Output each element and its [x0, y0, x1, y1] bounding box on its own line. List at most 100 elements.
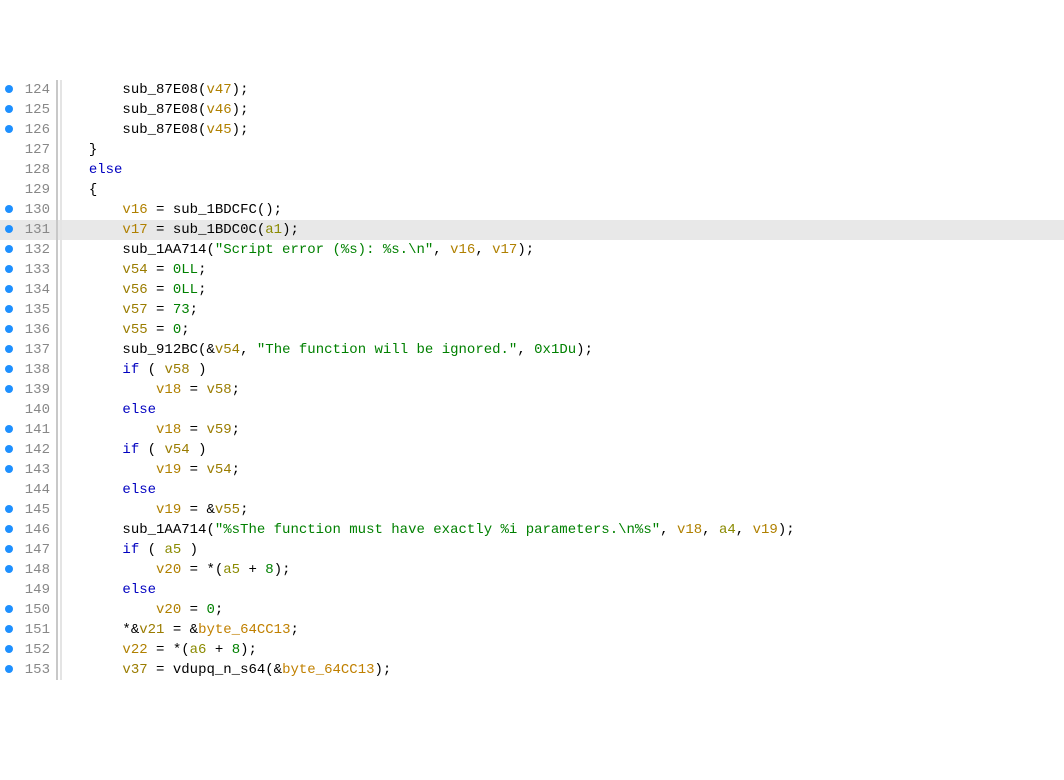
- code-content[interactable]: if ( v54 ): [58, 440, 1064, 460]
- breakpoint-icon[interactable]: [5, 645, 13, 653]
- breakpoint-icon[interactable]: [5, 365, 13, 373]
- breakpoint-icon[interactable]: [5, 465, 13, 473]
- breakpoint-icon[interactable]: [5, 545, 13, 553]
- breakpoint-icon[interactable]: [5, 445, 13, 453]
- code-content[interactable]: else: [58, 400, 1064, 420]
- code-content[interactable]: v16 = sub_1BDCFC();: [58, 200, 1064, 220]
- code-line[interactable]: 132 sub_1AA714("Script error (%s): %s.\n…: [0, 240, 1064, 260]
- code-line[interactable]: 142 if ( v54 ): [0, 440, 1064, 460]
- breakpoint-gutter[interactable]: [0, 220, 18, 240]
- breakpoint-icon[interactable]: [5, 245, 13, 253]
- breakpoint-gutter[interactable]: [0, 640, 18, 660]
- code-line[interactable]: 139 v18 = v58;: [0, 380, 1064, 400]
- breakpoint-icon[interactable]: [5, 425, 13, 433]
- breakpoint-gutter[interactable]: [0, 200, 18, 220]
- breakpoint-gutter[interactable]: [0, 360, 18, 380]
- code-line[interactable]: 133 v54 = 0LL;: [0, 260, 1064, 280]
- code-line[interactable]: 135 v57 = 73;: [0, 300, 1064, 320]
- breakpoint-icon[interactable]: [5, 325, 13, 333]
- code-content[interactable]: sub_1AA714("%sThe function must have exa…: [58, 520, 1064, 540]
- code-content[interactable]: sub_1AA714("Script error (%s): %s.\n", v…: [58, 240, 1064, 260]
- code-line[interactable]: 136 v55 = 0;: [0, 320, 1064, 340]
- breakpoint-gutter[interactable]: [0, 500, 18, 520]
- breakpoint-icon[interactable]: [5, 125, 13, 133]
- breakpoint-gutter[interactable]: [0, 300, 18, 320]
- code-content[interactable]: v18 = v58;: [58, 380, 1064, 400]
- code-line[interactable]: 144 else: [0, 480, 1064, 500]
- code-line[interactable]: 126 sub_87E08(v45);: [0, 120, 1064, 140]
- code-line[interactable]: 127 }: [0, 140, 1064, 160]
- code-content[interactable]: v57 = 73;: [58, 300, 1064, 320]
- code-line[interactable]: 130 v16 = sub_1BDCFC();: [0, 200, 1064, 220]
- code-line[interactable]: 128 else: [0, 160, 1064, 180]
- breakpoint-icon[interactable]: [5, 265, 13, 273]
- breakpoint-icon[interactable]: [5, 105, 13, 113]
- code-line[interactable]: 138 if ( v58 ): [0, 360, 1064, 380]
- breakpoint-icon[interactable]: [5, 285, 13, 293]
- code-line[interactable]: 143 v19 = v54;: [0, 460, 1064, 480]
- breakpoint-icon[interactable]: [5, 225, 13, 233]
- code-line[interactable]: 153 v37 = vdupq_n_s64(&byte_64CC13);: [0, 660, 1064, 680]
- code-content[interactable]: v19 = &v55;: [58, 500, 1064, 520]
- code-line[interactable]: 152 v22 = *(a6 + 8);: [0, 640, 1064, 660]
- code-content[interactable]: {: [58, 180, 1064, 200]
- code-line[interactable]: 151 *&v21 = &byte_64CC13;: [0, 620, 1064, 640]
- code-content[interactable]: v37 = vdupq_n_s64(&byte_64CC13);: [58, 660, 1064, 680]
- code-content[interactable]: if ( v58 ): [58, 360, 1064, 380]
- code-content[interactable]: sub_87E08(v47);: [58, 80, 1064, 100]
- code-line[interactable]: 150 v20 = 0;: [0, 600, 1064, 620]
- breakpoint-icon[interactable]: [5, 625, 13, 633]
- code-content[interactable]: v20 = *(a5 + 8);: [58, 560, 1064, 580]
- code-line[interactable]: 141 v18 = v59;: [0, 420, 1064, 440]
- code-line[interactable]: 134 v56 = 0LL;: [0, 280, 1064, 300]
- breakpoint-gutter[interactable]: [0, 240, 18, 260]
- code-content[interactable]: }: [58, 140, 1064, 160]
- code-view[interactable]: 124 sub_87E08(v47);125 sub_87E08(v46);12…: [0, 80, 1064, 680]
- breakpoint-gutter[interactable]: [0, 120, 18, 140]
- breakpoint-icon[interactable]: [5, 565, 13, 573]
- breakpoint-gutter[interactable]: [0, 80, 18, 100]
- code-line[interactable]: 125 sub_87E08(v46);: [0, 100, 1064, 120]
- code-line[interactable]: 137 sub_912BC(&v54, "The function will b…: [0, 340, 1064, 360]
- breakpoint-gutter[interactable]: [0, 100, 18, 120]
- code-content[interactable]: v20 = 0;: [58, 600, 1064, 620]
- breakpoint-gutter[interactable]: [0, 620, 18, 640]
- code-content[interactable]: v55 = 0;: [58, 320, 1064, 340]
- breakpoint-gutter[interactable]: [0, 660, 18, 680]
- code-content[interactable]: v17 = sub_1BDC0C(a1);: [58, 220, 1064, 240]
- code-line[interactable]: 140 else: [0, 400, 1064, 420]
- breakpoint-icon[interactable]: [5, 385, 13, 393]
- code-content[interactable]: *&v21 = &byte_64CC13;: [58, 620, 1064, 640]
- breakpoint-icon[interactable]: [5, 505, 13, 513]
- code-content[interactable]: v19 = v54;: [58, 460, 1064, 480]
- breakpoint-gutter[interactable]: [0, 420, 18, 440]
- code-content[interactable]: else: [58, 480, 1064, 500]
- code-line[interactable]: 147 if ( a5 ): [0, 540, 1064, 560]
- code-line[interactable]: 146 sub_1AA714("%sThe function must have…: [0, 520, 1064, 540]
- breakpoint-icon[interactable]: [5, 665, 13, 673]
- code-content[interactable]: else: [58, 580, 1064, 600]
- code-content[interactable]: sub_87E08(v46);: [58, 100, 1064, 120]
- code-content[interactable]: v18 = v59;: [58, 420, 1064, 440]
- breakpoint-icon[interactable]: [5, 205, 13, 213]
- breakpoint-gutter[interactable]: [0, 340, 18, 360]
- code-content[interactable]: v56 = 0LL;: [58, 280, 1064, 300]
- code-line[interactable]: 149 else: [0, 580, 1064, 600]
- breakpoint-gutter[interactable]: [0, 280, 18, 300]
- breakpoint-icon[interactable]: [5, 305, 13, 313]
- code-line[interactable]: 145 v19 = &v55;: [0, 500, 1064, 520]
- breakpoint-gutter[interactable]: [0, 380, 18, 400]
- code-content[interactable]: sub_912BC(&v54, "The function will be ig…: [58, 340, 1064, 360]
- code-content[interactable]: if ( a5 ): [58, 540, 1064, 560]
- breakpoint-gutter[interactable]: [0, 260, 18, 280]
- code-content[interactable]: v22 = *(a6 + 8);: [58, 640, 1064, 660]
- code-line[interactable]: 124 sub_87E08(v47);: [0, 80, 1064, 100]
- breakpoint-icon[interactable]: [5, 525, 13, 533]
- breakpoint-gutter[interactable]: [0, 540, 18, 560]
- code-content[interactable]: v54 = 0LL;: [58, 260, 1064, 280]
- breakpoint-gutter[interactable]: [0, 560, 18, 580]
- breakpoint-icon[interactable]: [5, 85, 13, 93]
- code-line[interactable]: 131 v17 = sub_1BDC0C(a1);: [0, 220, 1064, 240]
- code-content[interactable]: sub_87E08(v45);: [58, 120, 1064, 140]
- code-line[interactable]: 129 {: [0, 180, 1064, 200]
